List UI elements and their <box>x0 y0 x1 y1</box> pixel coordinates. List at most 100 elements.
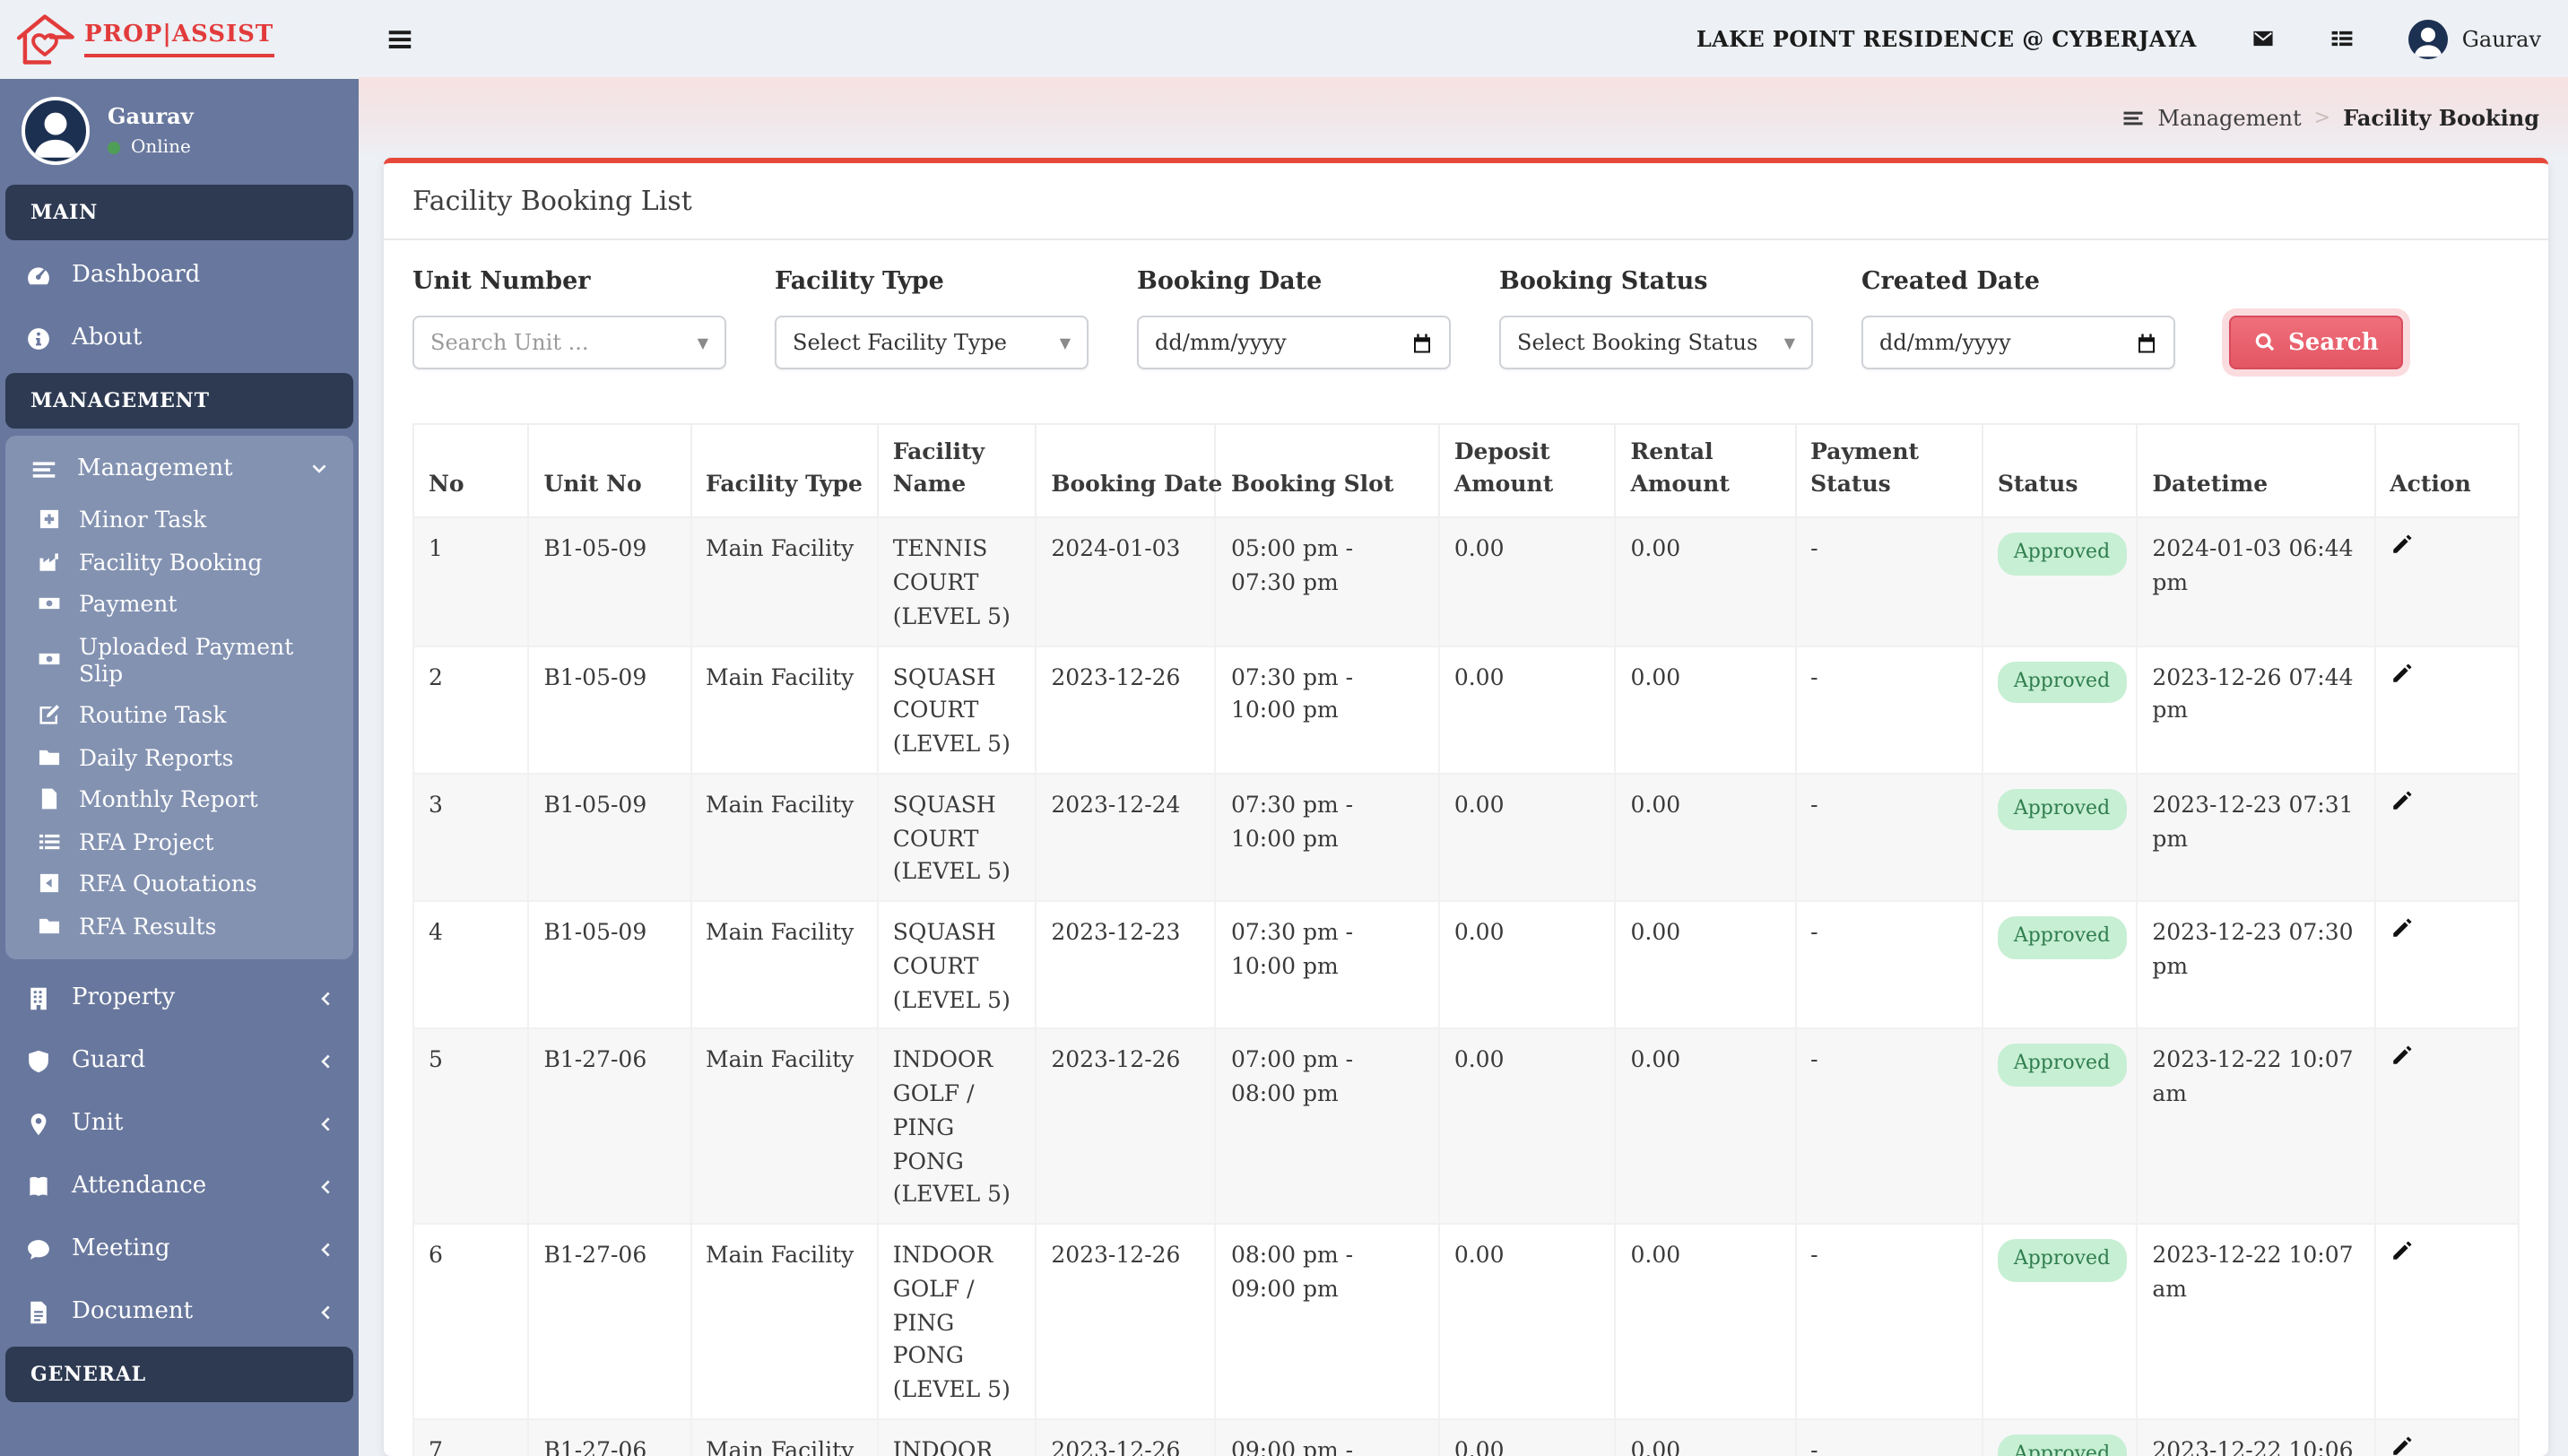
cell-booking-slot: 07:30 pm - 10:00 pm <box>1216 774 1439 902</box>
edit-action-button[interactable] <box>2390 533 2413 557</box>
sidebar-item-about[interactable]: About <box>0 307 359 369</box>
management-submenu: Minor Task Facility Booking Payment Uplo… <box>5 498 353 947</box>
cell-facility-type: Main Facility <box>690 1419 878 1456</box>
header-user-menu[interactable]: Gaurav <box>2408 19 2541 58</box>
breadcrumb-ribbon: Management > Facility Booking <box>359 77 2568 158</box>
search-button[interactable]: Search <box>2229 316 2404 369</box>
file-icon <box>38 787 61 810</box>
cell-deposit-amount: 0.00 <box>1439 774 1616 902</box>
table-row: 2B1-05-09Main FacilitySQUASH COURT (LEVE… <box>413 646 2519 774</box>
breadcrumb: Management > Facility Booking <box>2121 105 2539 130</box>
dashboard-icon <box>25 263 52 288</box>
sidebar-section-main: MAIN <box>5 185 353 240</box>
sidebar-item-guard[interactable]: Guard <box>0 1029 359 1092</box>
sidebar-item-management[interactable]: Management <box>5 436 353 498</box>
breadcrumb-current: Facility Booking <box>2343 105 2539 130</box>
cell-deposit-amount: 0.00 <box>1439 901 1616 1029</box>
sidebar-item-property[interactable]: Property <box>0 966 359 1029</box>
cell-status: Approved <box>1982 646 2138 774</box>
sidebar-item-document[interactable]: Document <box>0 1280 359 1343</box>
hamburger-menu-button[interactable] <box>386 26 414 51</box>
cell-booking-slot: 07:00 pm - 08:00 pm <box>1216 1029 1439 1225</box>
booking-status-select[interactable]: Select Booking Status ▼ <box>1499 316 1813 369</box>
sidebar-item-attendance[interactable]: Attendance <box>0 1155 359 1218</box>
brand-name: PROP|ASSIST <box>84 22 273 57</box>
header-username: Gaurav <box>2462 26 2541 51</box>
sidebar-item-rfa-quotations[interactable]: RFA Quotations <box>5 862 353 905</box>
file-alt-icon <box>25 1299 52 1324</box>
shield-icon <box>25 1048 52 1073</box>
facility-type-select[interactable]: Select Facility Type ▼ <box>775 316 1089 369</box>
sidebar-item-facility-booking[interactable]: Facility Booking <box>5 541 353 583</box>
cell-payment-status: - <box>1795 1029 1982 1225</box>
status-badge: Approved <box>1998 1044 2126 1087</box>
sidebar-item-unit[interactable]: Unit <box>0 1092 359 1155</box>
envelope-icon[interactable] <box>2251 27 2276 50</box>
filter-booking-date: Booking Date dd/mm/yyyy <box>1137 267 1451 369</box>
cell-rental-amount: 0.00 <box>1615 646 1795 774</box>
breadcrumb-management[interactable]: Management <box>2157 105 2301 130</box>
cell-datetime: 2023-12-22 10:07 am <box>2137 1029 2374 1225</box>
sidebar-item-monthly-report[interactable]: Monthly Report <box>5 778 353 820</box>
list-icon <box>38 829 61 853</box>
cell-booking-date: 2023-12-24 <box>1036 774 1216 902</box>
table-row: 1B1-05-09Main FacilityTENNIS COURT (LEVE… <box>413 518 2519 646</box>
caret-down-icon: ▼ <box>1060 334 1071 351</box>
column-header-deposit-amount: Deposit Amount <box>1439 424 1616 518</box>
cell-status: Approved <box>1982 1224 2138 1419</box>
cell-datetime: 2023-12-22 10:06 am <box>2137 1419 2374 1456</box>
cell-no: 6 <box>413 1224 528 1419</box>
sidebar-item-uploaded-payment-slip[interactable]: Uploaded Payment Slip <box>5 625 353 694</box>
cell-action <box>2374 1029 2519 1225</box>
cell-rental-amount: 0.00 <box>1615 1224 1795 1419</box>
cell-facility-type: Main Facility <box>690 646 878 774</box>
edit-action-button[interactable] <box>2390 916 2413 940</box>
sidebar-item-payment[interactable]: Payment <box>5 583 353 625</box>
cell-datetime: 2024-01-03 06:44 pm <box>2137 518 2374 646</box>
edit-action-button[interactable] <box>2390 1044 2413 1068</box>
sidebar-item-meeting[interactable]: Meeting <box>0 1218 359 1280</box>
column-header-booking-date: Booking Date <box>1036 424 1216 518</box>
th-list-icon[interactable] <box>2329 27 2355 50</box>
sidebar-section-management: MANAGEMENT <box>5 373 353 429</box>
chevron-left-icon <box>316 1052 334 1070</box>
sidebar-item-rfa-project[interactable]: RFA Project <box>5 820 353 862</box>
chevron-left-icon <box>316 1114 334 1132</box>
topbar-right: LAKE POINT RESIDENCE @ CYBERJAYA Gaurav <box>1696 19 2541 58</box>
cell-booking-slot: 09:00 pm - 10:00 pm <box>1216 1419 1439 1456</box>
cell-facility-name: INDOOR GOLF / PING PONG (LEVEL 5) <box>878 1224 1037 1419</box>
cell-action <box>2374 646 2519 774</box>
sidebar-item-minor-task[interactable]: Minor Task <box>5 498 353 541</box>
main-area: LAKE POINT RESIDENCE @ CYBERJAYA Gaurav … <box>359 0 2568 1456</box>
sidebar-item-dashboard[interactable]: Dashboard <box>0 244 359 307</box>
cell-no: 2 <box>413 646 528 774</box>
created-date-input[interactable]: dd/mm/yyyy <box>1861 316 2175 369</box>
edit-action-button[interactable] <box>2390 789 2413 812</box>
sidebar-user-panel[interactable]: Gaurav Online <box>0 79 359 181</box>
cell-status: Approved <box>1982 1029 2138 1225</box>
cell-unit-no: B1-05-09 <box>528 646 690 774</box>
cell-action <box>2374 774 2519 902</box>
sidebar-item-rfa-results[interactable]: RFA Results <box>5 905 353 947</box>
edit-action-button[interactable] <box>2390 1239 2413 1262</box>
cell-facility-name: SQUASH COURT (LEVEL 5) <box>878 774 1037 902</box>
unit-number-select[interactable]: Search Unit ... ▼ <box>412 316 726 369</box>
book-icon <box>25 1174 52 1199</box>
cell-datetime: 2023-12-23 07:30 pm <box>2137 901 2374 1029</box>
booking-date-input[interactable]: dd/mm/yyyy <box>1137 316 1451 369</box>
cell-deposit-amount: 0.00 <box>1439 1029 1616 1225</box>
cell-payment-status: - <box>1795 774 1982 902</box>
column-header-booking-slot: Booking Slot <box>1216 424 1439 518</box>
cell-no: 5 <box>413 1029 528 1225</box>
sidebar-item-daily-reports[interactable]: Daily Reports <box>5 736 353 778</box>
edit-action-button[interactable] <box>2390 1434 2413 1456</box>
cell-booking-date: 2024-01-03 <box>1036 518 1216 646</box>
status-badge: Approved <box>1998 533 2126 576</box>
filter-facility-type: Facility Type Select Facility Type ▼ <box>775 267 1089 369</box>
cell-no: 3 <box>413 774 528 902</box>
cell-rental-amount: 0.00 <box>1615 518 1795 646</box>
cell-payment-status: - <box>1795 1419 1982 1456</box>
cell-facility-type: Main Facility <box>690 901 878 1029</box>
edit-action-button[interactable] <box>2390 661 2413 684</box>
sidebar-item-routine-task[interactable]: Routine Task <box>5 694 353 736</box>
